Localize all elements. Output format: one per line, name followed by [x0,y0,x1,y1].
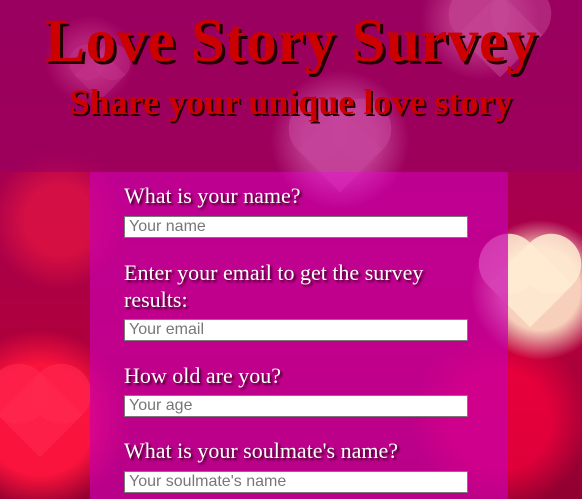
question-label-age: How old are you? [124,363,282,388]
page-subtitle: Share your unique love story [69,82,513,122]
question-label-soulmate: What is your soulmate's name? [124,438,399,463]
page-title: Love Story Survey [44,8,538,75]
heart-decoration [0,372,83,458]
age-input[interactable] [124,395,468,417]
survey-form: What is your name? Enter your email to g… [90,172,508,499]
question-label-email: Enter your email to get the survey resul… [124,260,424,312]
question-label-name: What is your name? [124,183,301,208]
page-header: Love Story Survey Share your unique love… [0,0,582,172]
soulmate-name-input[interactable] [124,471,468,493]
name-input[interactable] [124,216,468,238]
email-input[interactable] [124,319,468,341]
